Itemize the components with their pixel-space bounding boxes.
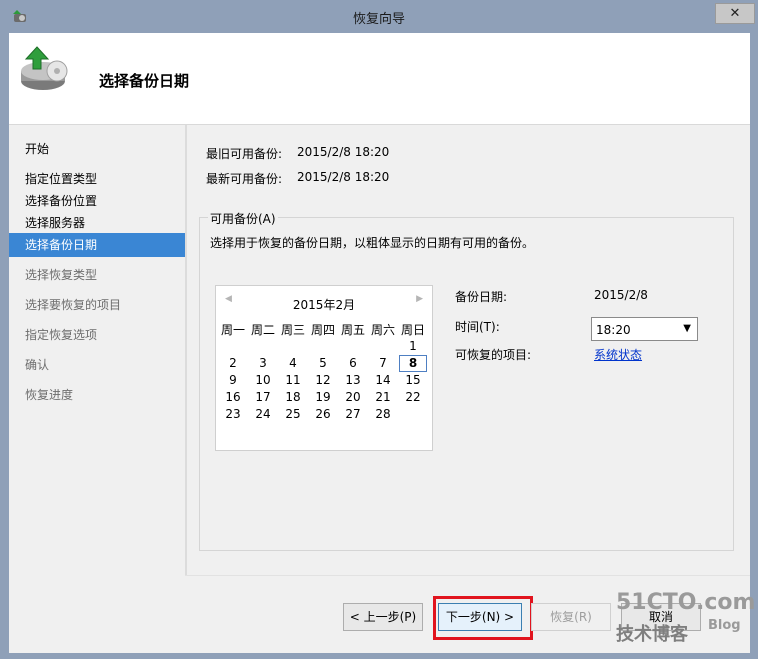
recover-button[interactable]: 恢复(R) [531, 603, 611, 631]
newest-backup-label: 最新可用备份: [206, 172, 283, 186]
newest-backup-value: 2015/2/8 18:20 [297, 170, 390, 184]
chevron-down-icon: ▼ [683, 323, 691, 334]
calendar-date[interactable]: 16 [219, 390, 247, 404]
time-select[interactable]: 18:20 ▼ [591, 317, 698, 341]
calendar-date[interactable]: 24 [249, 407, 277, 421]
nav-step-items[interactable]: 选择要恢复的项目 [25, 296, 121, 313]
calendar-date[interactable]: 2 [219, 356, 247, 370]
wizard-steps-nav: 开始 指定位置类型 选择备份位置 选择服务器 选择备份日期 选择恢复类型 选择要… [9, 125, 185, 653]
calendar-date[interactable]: 10 [249, 373, 277, 387]
nav-step-backup-date[interactable]: 选择备份日期 [9, 233, 185, 257]
calendar-date[interactable]: 14 [369, 373, 397, 387]
main-panel: 最旧可用备份: 2015/2/8 18:20 最新可用备份: 2015/2/8 … [187, 125, 750, 575]
calendar-date[interactable]: 15 [399, 373, 427, 387]
calendar-date[interactable]: 6 [339, 356, 367, 370]
calendar-date[interactable]: 12 [309, 373, 337, 387]
calendar-date[interactable]: 9 [219, 373, 247, 387]
close-button[interactable]: ✕ [715, 3, 755, 24]
available-backups-description: 选择用于恢复的备份日期，以粗体显示的日期有可用的备份。 [210, 236, 535, 250]
calendar-date[interactable]: 25 [279, 407, 307, 421]
calendar-date[interactable]: 23 [219, 407, 247, 421]
calendar-date[interactable]: 13 [339, 373, 367, 387]
nav-step-progress[interactable]: 恢复进度 [25, 386, 73, 403]
calendar-weekday: 周三 [280, 323, 305, 337]
calendar-date[interactable]: 11 [279, 373, 307, 387]
nav-step-options[interactable]: 指定恢复选项 [25, 326, 97, 343]
calendar-weekday: 周二 [250, 323, 275, 337]
calendar-date[interactable]: 19 [309, 390, 337, 404]
calendar-weekday: 周六 [370, 323, 395, 337]
page-title: 选择备份日期 [99, 72, 190, 90]
calendar-date-selected[interactable]: 8 [399, 355, 427, 372]
recovery-wizard-window: 恢复向导 ✕ 选择备份日期 开始 指定位置类型 选择备份位置 选择服务器 选择备… [0, 0, 758, 659]
previous-button[interactable]: < 上一步(P) [343, 603, 423, 631]
calendar-month-label[interactable]: 2015年2月 [216, 296, 432, 313]
backup-calendar[interactable]: ◀ ▶ 2015年2月 周一 周二 周三 周四 周五 周六 周日 1 2 3 4 5 6 7 8 9 10 11 1… [215, 285, 433, 451]
nav-step-confirm[interactable]: 确认 [25, 356, 49, 373]
nav-step-backup-location[interactable]: 选择备份位置 [25, 192, 97, 209]
window-title: 恢复向导 [352, 12, 405, 27]
nav-step-start[interactable]: 开始 [25, 140, 49, 157]
oldest-backup-value: 2015/2/8 18:20 [297, 145, 390, 159]
calendar-date[interactable]: 22 [399, 390, 427, 404]
wizard-header: 选择备份日期 [9, 33, 750, 124]
calendar-date[interactable]: 1 [399, 339, 427, 353]
calendar-date[interactable]: 20 [339, 390, 367, 404]
time-select-value: 18:20 [596, 323, 631, 337]
calendar-date[interactable]: 21 [369, 390, 397, 404]
oldest-backup-label: 最旧可用备份: [206, 147, 283, 161]
available-backups-group: 可用备份(A) 选择用于恢复的备份日期，以粗体显示的日期有可用的备份。 ◀ ▶ … [199, 210, 734, 551]
next-button-highlight-box [433, 596, 533, 640]
calendar-weekday: 周五 [340, 323, 365, 337]
time-label: 时间(T): [455, 320, 500, 334]
system-state-link[interactable]: 系统状态 [594, 346, 642, 363]
calendar-date[interactable]: 26 [309, 407, 337, 421]
calendar-date[interactable]: 27 [339, 407, 367, 421]
calendar-date[interactable]: 4 [279, 356, 307, 370]
calendar-weekday: 周四 [310, 323, 335, 337]
nav-step-recovery-type[interactable]: 选择恢复类型 [25, 266, 97, 283]
calendar-date[interactable]: 5 [309, 356, 337, 370]
calendar-date[interactable]: 28 [369, 407, 397, 421]
backup-restore-icon [21, 46, 68, 90]
nav-step-server[interactable]: 选择服务器 [25, 214, 85, 231]
calendar-grid: ◀ ▶ 2015年2月 周一 周二 周三 周四 周五 周六 周日 1 2 3 4 5 6 7 8 9 10 11 1… [216, 286, 432, 450]
recoverable-items-label: 可恢复的项目: [455, 348, 532, 362]
backup-date-label: 备份日期: [455, 290, 508, 304]
title-bar[interactable]: 恢复向导 ✕ [0, 0, 758, 33]
calendar-weekday: 周一 [220, 323, 245, 337]
calendar-date[interactable]: 7 [369, 356, 397, 370]
watermark-blog-cn: 技术博客 [616, 624, 688, 645]
calendar-date[interactable]: 3 [249, 356, 277, 370]
available-backups-label: 可用备份(A) [208, 210, 278, 227]
watermark-blog-en: Blog [708, 618, 741, 633]
wizard-content: 选择备份日期 开始 指定位置类型 选择备份位置 选择服务器 选择备份日期 选择恢… [9, 33, 750, 653]
calendar-weekday: 周日 [400, 323, 425, 337]
watermark-site: 51CTO.com [616, 590, 756, 615]
calendar-date[interactable]: 18 [279, 390, 307, 404]
backup-date-value: 2015/2/8 [594, 288, 648, 302]
calendar-date[interactable]: 17 [249, 390, 277, 404]
nav-step-location-type[interactable]: 指定位置类型 [25, 170, 97, 187]
